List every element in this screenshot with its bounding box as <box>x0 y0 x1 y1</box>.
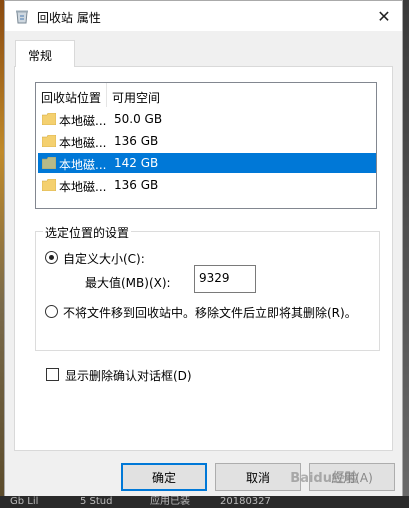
folder-icon <box>42 135 56 147</box>
close-button[interactable]: ✕ <box>366 1 402 31</box>
tab-strip: 常规 <box>5 31 402 67</box>
ok-button[interactable]: 确定 <box>121 463 207 491</box>
window-title: 回收站 属性 <box>37 11 101 25</box>
drive-name: 本地磁... <box>59 180 107 194</box>
drive-space: 50.0 GB <box>114 112 163 126</box>
group-label: 选定位置的设置 <box>43 224 132 241</box>
taskbar-item[interactable]: 20180327 <box>220 496 271 508</box>
drive-space: 142 GB <box>114 156 159 170</box>
folder-icon <box>42 113 56 125</box>
watermark: Baidu经验 <box>290 471 358 486</box>
delete-immediately-radio[interactable] <box>45 305 58 318</box>
column-header-space[interactable]: 可用空间 <box>112 89 160 106</box>
custom-size-label[interactable]: 自定义大小(C): <box>63 250 145 267</box>
cancel-button[interactable]: 取消 <box>215 463 301 491</box>
taskbar: Gb Lil 5 Stud 应用已装 20180327 <box>0 496 409 508</box>
confirm-dialog-checkbox[interactable] <box>46 368 59 381</box>
recycle-bin-icon <box>16 10 28 24</box>
close-icon: ✕ <box>377 6 391 26</box>
taskbar-item[interactable]: Gb Lil <box>10 496 38 508</box>
list-header: 回收站位置 可用空间 <box>36 83 376 107</box>
taskbar-item[interactable]: 应用已装 <box>150 496 190 508</box>
location-settings-group: 选定位置的设置 自定义大小(C): 最大值(MB)(X): 9329 不将文件移… <box>35 224 380 351</box>
list-item[interactable]: 本地磁... 50.0 GB <box>38 109 376 129</box>
column-divider <box>106 83 107 107</box>
background-right <box>403 0 409 508</box>
properties-dialog: 回收站 属性 ✕ 常规 回收站位置 可用空间 本地磁... 50.0 GB 本地… <box>4 0 403 508</box>
column-header-location[interactable]: 回收站位置 <box>41 89 101 106</box>
list-item[interactable]: 本地磁... 136 GB <box>38 175 376 195</box>
custom-size-radio[interactable] <box>45 251 58 264</box>
drive-name: 本地磁... <box>59 114 107 128</box>
taskbar-item[interactable]: 5 Stud <box>80 496 113 508</box>
delete-immediately-label[interactable]: 不将文件移到回收站中。移除文件后立即将其删除(R)。 <box>63 304 357 321</box>
location-list[interactable]: 回收站位置 可用空间 本地磁... 50.0 GB 本地磁... 136 GB … <box>35 82 377 209</box>
drive-space: 136 GB <box>114 178 159 192</box>
drive-space: 136 GB <box>114 134 159 148</box>
tab-panel: 回收站位置 可用空间 本地磁... 50.0 GB 本地磁... 136 GB … <box>14 66 393 451</box>
title-bar: 回收站 属性 ✕ <box>5 1 402 31</box>
drive-name: 本地磁... <box>59 158 107 172</box>
list-item-selected[interactable]: 本地磁... 142 GB <box>38 153 376 173</box>
max-size-input[interactable]: 9329 <box>194 265 256 293</box>
list-item[interactable]: 本地磁... 136 GB <box>38 131 376 151</box>
tab-general[interactable]: 常规 <box>15 40 75 67</box>
folder-icon <box>42 157 56 169</box>
folder-icon <box>42 179 56 191</box>
confirm-dialog-label[interactable]: 显示删除确认对话框(D) <box>65 367 192 384</box>
drive-name: 本地磁... <box>59 136 107 150</box>
max-size-label: 最大值(MB)(X): <box>85 276 171 290</box>
